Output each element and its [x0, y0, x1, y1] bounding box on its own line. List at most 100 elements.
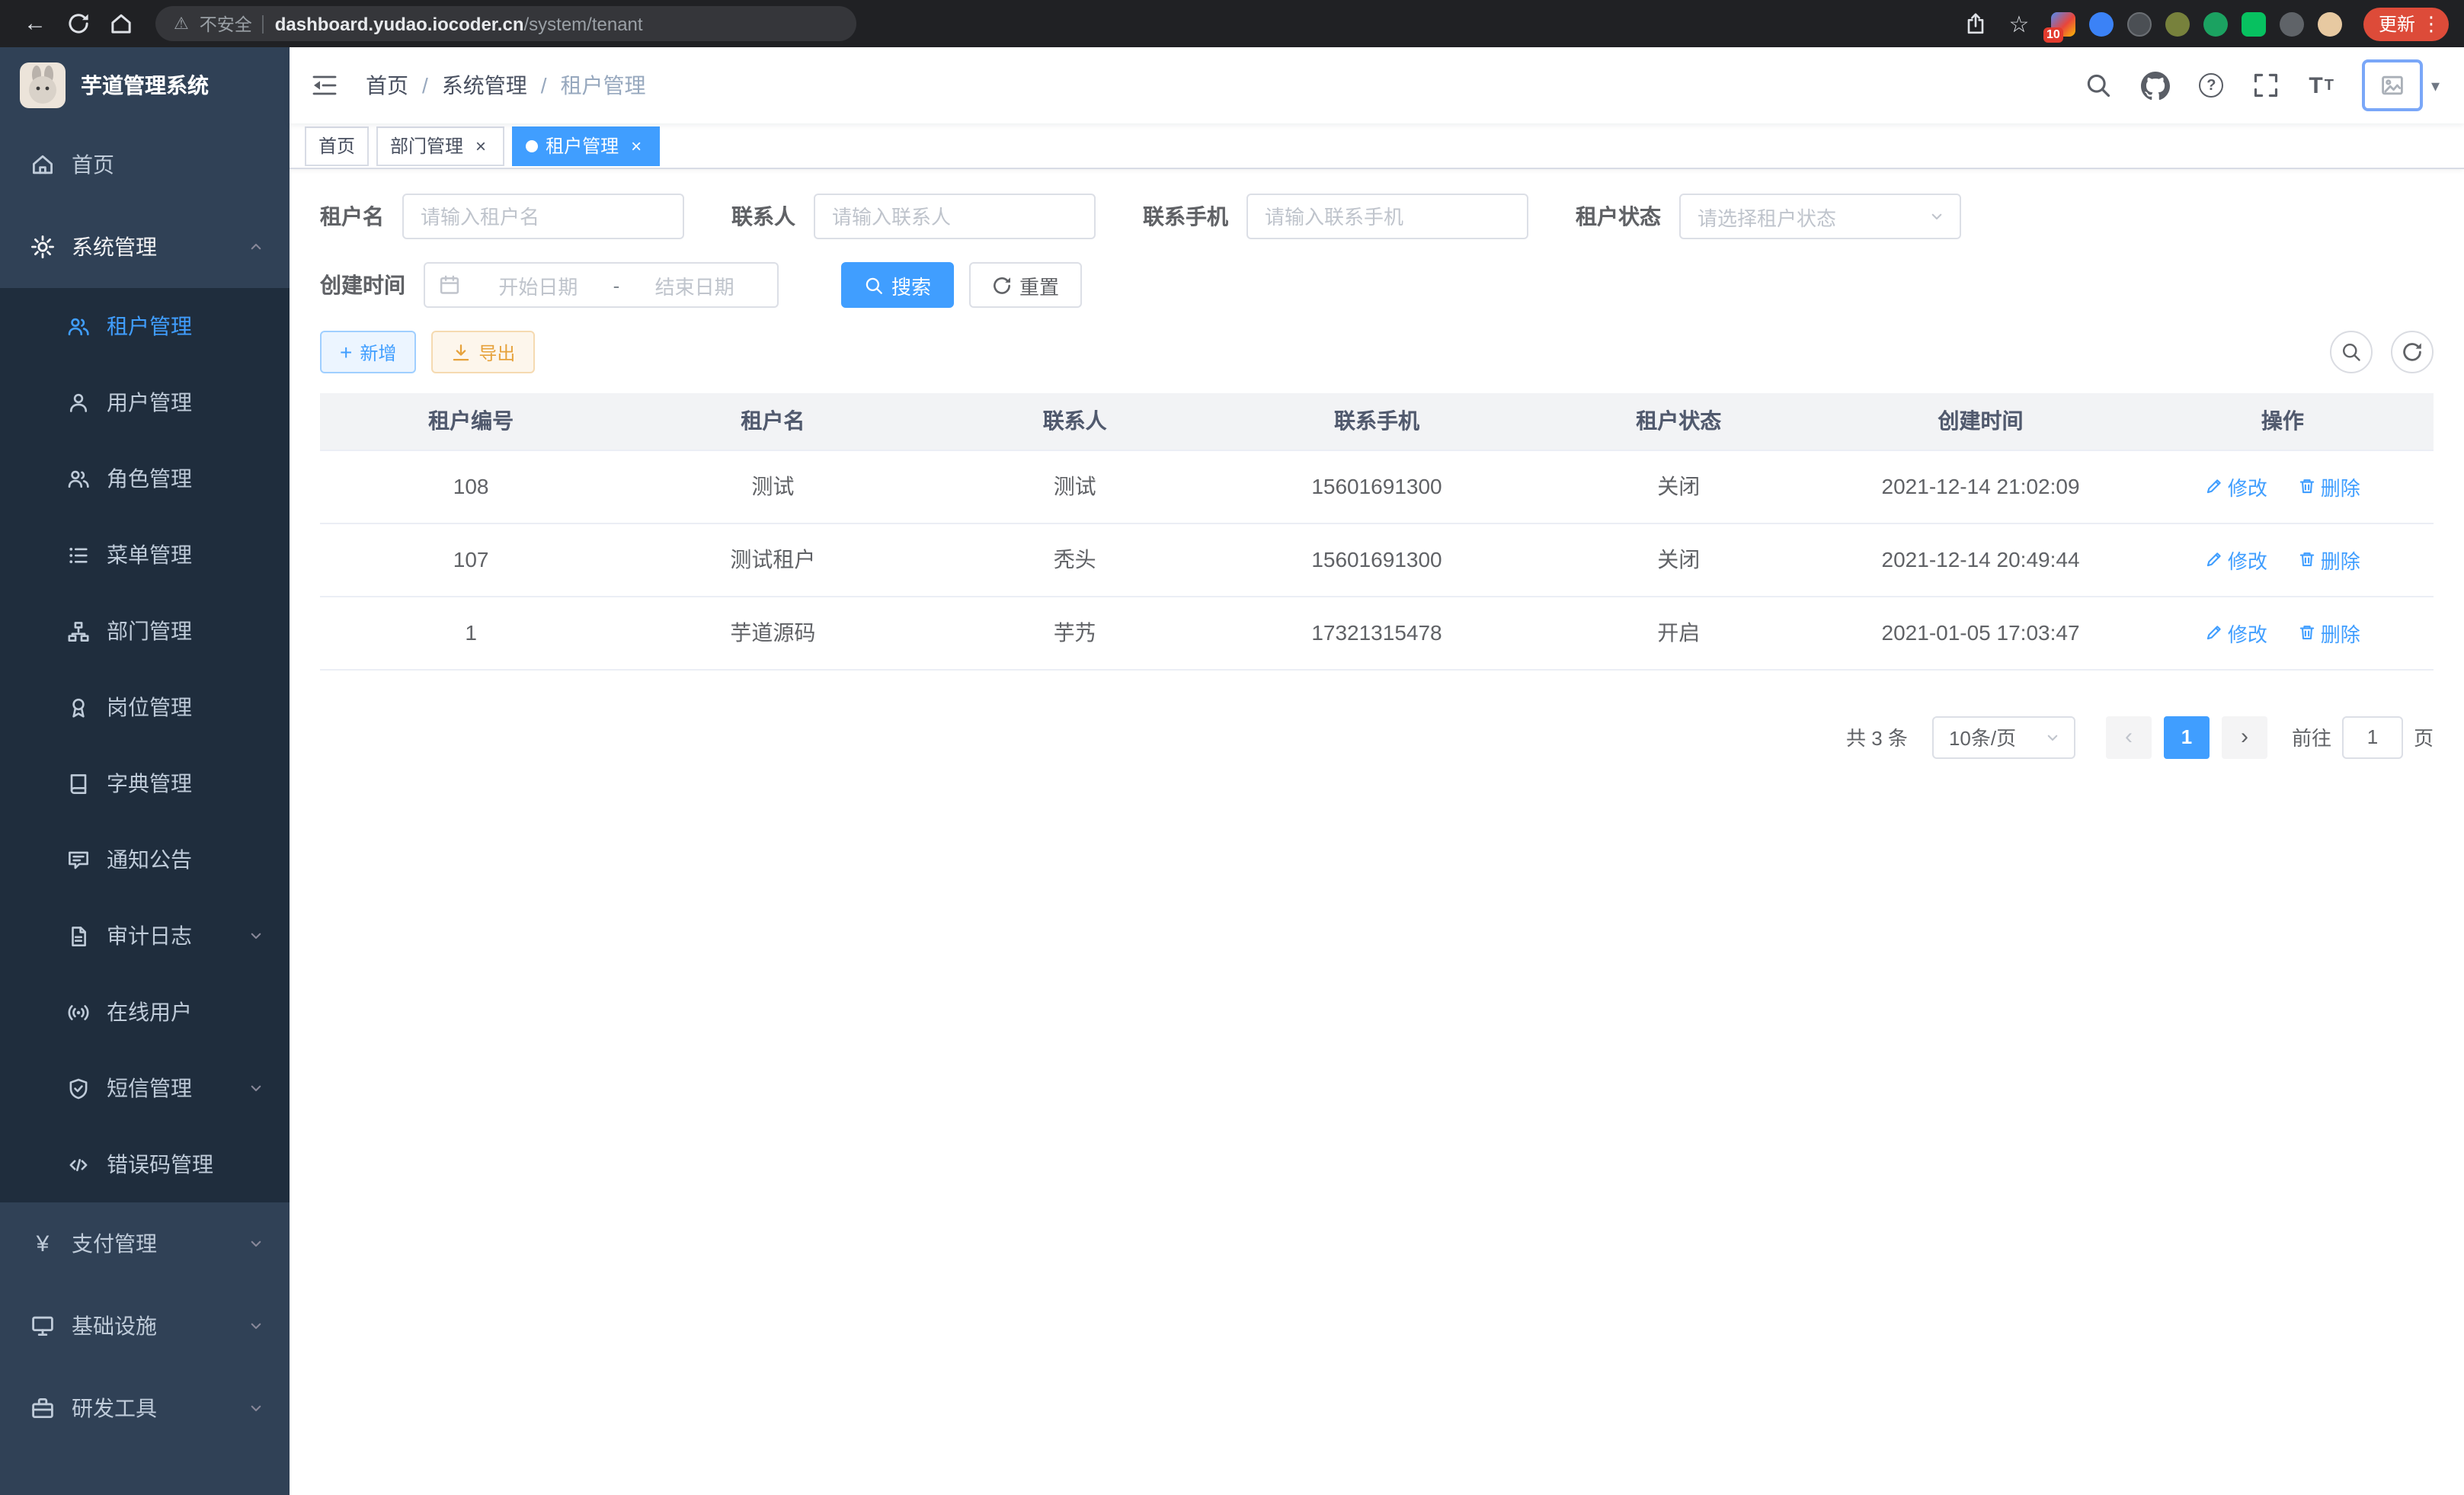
- extension-icon-3[interactable]: [2127, 11, 2152, 36]
- sidebar-item-dev-tools[interactable]: 研发工具: [0, 1367, 290, 1449]
- kebab-menu-icon: ⋮: [2421, 14, 2441, 34]
- edit-link[interactable]: 修改: [2205, 472, 2267, 501]
- refresh-icon[interactable]: [2391, 331, 2434, 373]
- extension-icon-8[interactable]: [2318, 11, 2342, 36]
- sidebar-item-label: 首页: [72, 149, 114, 180]
- tab-tenant[interactable]: 租户管理 ×: [512, 126, 660, 165]
- address-bar[interactable]: ⚠ 不安全 dashboard.yudao.iocoder.cn/system/…: [155, 6, 856, 41]
- table-toolbar-right: [2330, 331, 2434, 373]
- sidebar-item-dept[interactable]: 部门管理: [0, 593, 290, 669]
- sidebar-item-label: 用户管理: [107, 387, 192, 418]
- sidebar-item-infrastructure[interactable]: 基础设施: [0, 1285, 290, 1367]
- user-menu[interactable]: ▾: [2363, 59, 2440, 111]
- browser-update-button[interactable]: 更新 ⋮: [2363, 7, 2449, 40]
- sidebar-item-notice[interactable]: 通知公告: [0, 821, 290, 898]
- browser-home-button[interactable]: [101, 4, 140, 43]
- share-icon[interactable]: [1957, 4, 1996, 43]
- sidebar-item-role[interactable]: 角色管理: [0, 440, 290, 517]
- font-size-icon[interactable]: TT: [2309, 72, 2334, 98]
- contact-input[interactable]: [814, 194, 1096, 239]
- close-icon[interactable]: ×: [471, 136, 491, 155]
- tenant-table: 租户编号 租户名 联系人 联系手机 租户状态 创建时间 操作 108 测试 测试: [320, 393, 2434, 670]
- security-label[interactable]: 不安全: [200, 11, 252, 36]
- goto-page-input[interactable]: [2342, 715, 2403, 758]
- sidebar-item-dict[interactable]: 字典管理: [0, 745, 290, 821]
- browser-reload-button[interactable]: [58, 4, 98, 43]
- github-icon[interactable]: [2141, 71, 2170, 100]
- edit-link[interactable]: 修改: [2205, 618, 2267, 647]
- sidebar-item-audit-log[interactable]: 审计日志: [0, 898, 290, 974]
- extension-icon-6[interactable]: [2242, 11, 2266, 36]
- search-icon[interactable]: [2085, 72, 2112, 99]
- page-number-1[interactable]: 1: [2164, 715, 2210, 758]
- plus-icon: +: [340, 341, 352, 363]
- sidebar-item-payment[interactable]: ¥ 支付管理: [0, 1202, 290, 1285]
- edit-link[interactable]: 修改: [2205, 545, 2267, 574]
- cell-status: 开启: [1528, 596, 1829, 669]
- chevron-down-icon: [2043, 728, 2062, 746]
- page-size-select[interactable]: 10条/页: [1932, 715, 2075, 758]
- extension-icon-7[interactable]: [2280, 11, 2304, 36]
- update-label: 更新: [2379, 11, 2415, 37]
- bookmark-star-icon[interactable]: ☆: [1999, 4, 2039, 43]
- export-button[interactable]: 导出: [431, 331, 535, 373]
- goto-label: 前往: [2292, 722, 2331, 751]
- sidebar-item-system[interactable]: 系统管理: [0, 206, 290, 288]
- delete-link[interactable]: 删除: [2298, 472, 2360, 501]
- sidebar-item-error-code[interactable]: 错误码管理: [0, 1126, 290, 1202]
- top-navbar: 首页 / 系统管理 / 租户管理 ? T: [290, 47, 2464, 123]
- sidebar-toggle-icon[interactable]: [290, 47, 360, 123]
- logo[interactable]: 芋道管理系统: [0, 47, 290, 123]
- create-time-range-picker[interactable]: 开始日期 - 结束日期: [424, 262, 779, 308]
- tenant-page: 租户名 联系人 联系手机 租户状态 请选择租户状态: [290, 169, 2464, 1495]
- delete-link[interactable]: 删除: [2298, 545, 2360, 574]
- tab-home[interactable]: 首页: [305, 126, 369, 165]
- fullscreen-icon[interactable]: [2252, 72, 2280, 99]
- cell-phone: 17321315478: [1226, 596, 1528, 669]
- add-button[interactable]: + 新增: [320, 331, 416, 373]
- table-row: 1 芋道源码 芋艿 17321315478 开启 2021-01-05 17:0…: [320, 596, 2434, 669]
- sidebar-item-home[interactable]: 首页: [0, 123, 290, 206]
- browser-back-button[interactable]: ←: [15, 4, 55, 43]
- breadcrumb-system[interactable]: 系统管理: [442, 70, 527, 101]
- sidebar-item-label: 租户管理: [107, 311, 192, 341]
- close-icon[interactable]: ×: [626, 136, 646, 155]
- chevron-down-icon: [247, 927, 265, 945]
- select-placeholder: 请选择租户状态: [1698, 202, 1836, 231]
- extension-badge: 10: [2043, 27, 2063, 42]
- reset-button[interactable]: 重置: [969, 262, 1082, 308]
- cell-name: 芋道源码: [622, 596, 923, 669]
- cell-contact: 测试: [924, 450, 1226, 523]
- sidebar-item-label: 部门管理: [107, 616, 192, 646]
- search-button[interactable]: 搜索: [841, 262, 954, 308]
- sidebar-item-menu[interactable]: 菜单管理: [0, 517, 290, 593]
- breadcrumb-separator: /: [541, 73, 547, 98]
- sidebar-item-sms[interactable]: 短信管理: [0, 1050, 290, 1126]
- cell-phone: 15601691300: [1226, 450, 1528, 523]
- avatar[interactable]: [2363, 59, 2424, 111]
- breadcrumb-home[interactable]: 首页: [366, 70, 408, 101]
- extension-icon-1[interactable]: 10: [2051, 11, 2075, 36]
- col-header-id: 租户编号: [320, 393, 622, 450]
- sidebar-item-label: 岗位管理: [107, 692, 192, 722]
- tenant-name-input[interactable]: [402, 194, 684, 239]
- extension-icon-4[interactable]: [2165, 11, 2190, 36]
- contact-phone-input[interactable]: [1246, 194, 1528, 239]
- table-header-row: 租户编号 租户名 联系人 联系手机 租户状态 创建时间 操作: [320, 393, 2434, 450]
- prev-page-button[interactable]: ‹: [2106, 715, 2152, 758]
- tenant-status-select[interactable]: 请选择租户状态: [1679, 194, 1961, 239]
- delete-link[interactable]: 删除: [2298, 618, 2360, 647]
- extension-icon-2[interactable]: [2089, 11, 2114, 36]
- trash-icon: [2298, 623, 2316, 642]
- next-page-button[interactable]: ›: [2222, 715, 2267, 758]
- extension-icon-5[interactable]: [2203, 11, 2228, 36]
- sidebar-item-online-user[interactable]: 在线用户: [0, 974, 290, 1050]
- toggle-search-icon[interactable]: [2330, 331, 2373, 373]
- sidebar-item-post[interactable]: 岗位管理: [0, 669, 290, 745]
- sidebar-item-user[interactable]: 用户管理: [0, 364, 290, 440]
- active-tab-dot: [526, 139, 538, 152]
- tab-dept[interactable]: 部门管理 ×: [376, 126, 504, 165]
- help-icon[interactable]: ?: [2199, 73, 2223, 98]
- sidebar-item-tenant[interactable]: 租户管理: [0, 288, 290, 364]
- logo-title: 芋道管理系统: [81, 70, 209, 101]
